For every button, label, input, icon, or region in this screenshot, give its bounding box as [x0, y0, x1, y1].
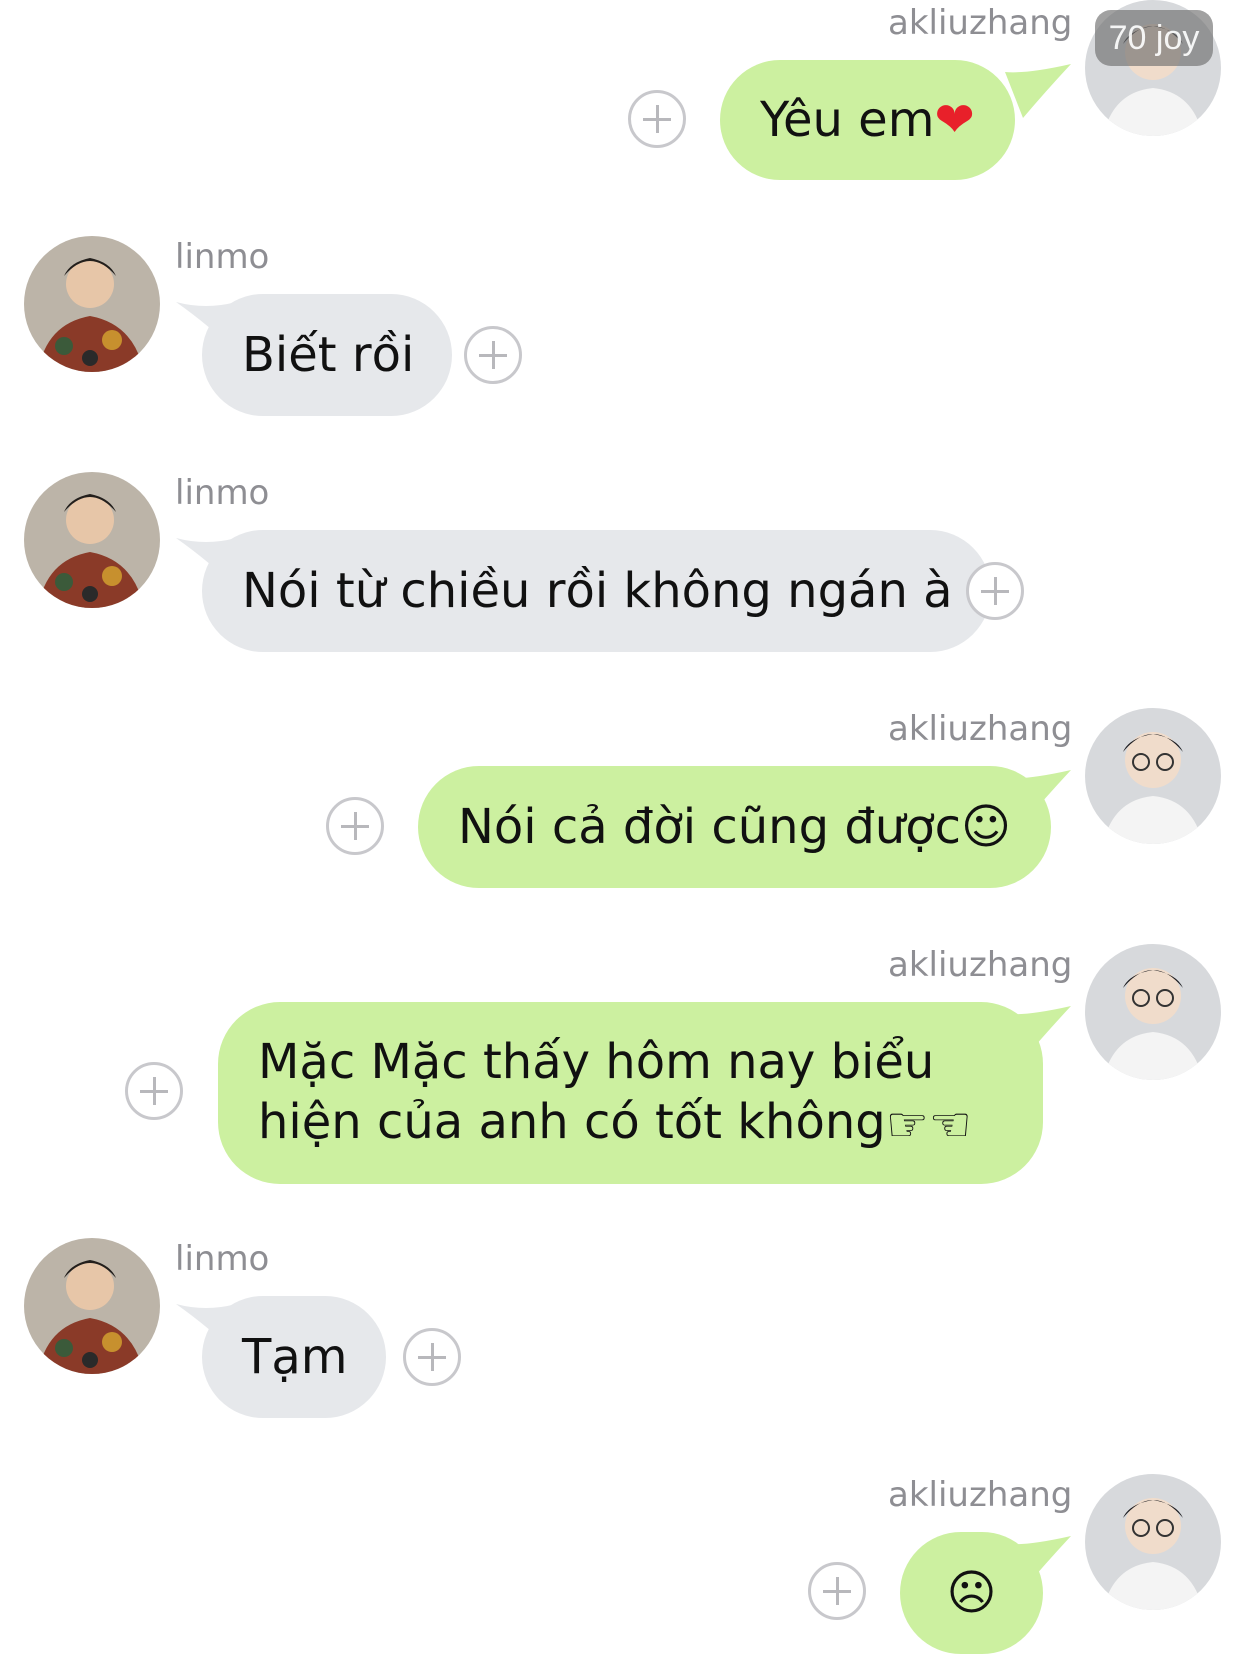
avatar-akliuzhang[interactable] — [1085, 944, 1221, 1080]
message-text: Yêu em — [760, 92, 935, 148]
avatar-linmo[interactable] — [24, 1238, 160, 1374]
message-bubble[interactable]: Mặc Mặc thấy hôm nay biểu hiện của anh c… — [218, 1002, 1043, 1184]
sender-name: linmo — [175, 473, 270, 513]
sender-name: linmo — [175, 237, 270, 277]
message-text: Biết rồi — [242, 327, 415, 383]
smiling-face-with-hearts-icon: ☺ — [960, 799, 1012, 855]
add-reaction-button[interactable] — [403, 1328, 461, 1386]
message-text: Tạm — [242, 1329, 348, 1385]
add-reaction-button[interactable] — [464, 326, 522, 384]
avatar-akliuzhang[interactable] — [1085, 1474, 1221, 1610]
sender-name: akliuzhang — [888, 1475, 1073, 1515]
message-text: Mặc Mặc thấy hôm nay biểu hiện của anh c… — [258, 1033, 935, 1150]
heart-icon: ❤ — [934, 92, 975, 148]
add-reaction-button[interactable] — [628, 90, 686, 148]
add-reaction-button[interactable] — [966, 562, 1024, 620]
message-bubble[interactable]: Nói cả đời cũng được ☺ — [418, 766, 1052, 888]
pointing-fingers-icon: ☞☜ — [885, 1096, 972, 1153]
message-bubble[interactable]: Yêu em ❤ — [720, 60, 1015, 180]
add-reaction-button[interactable] — [125, 1062, 183, 1120]
sender-name: akliuzhang — [888, 3, 1073, 43]
avatar-akliuzhang[interactable] — [1085, 708, 1221, 844]
message-text: Nói từ chiều rồi không ngán à — [242, 563, 953, 619]
message-text: Nói cả đời cũng được — [458, 799, 961, 855]
pensive-face-icon: ☹ — [946, 1565, 997, 1621]
add-reaction-button[interactable] — [808, 1562, 866, 1620]
message-bubble[interactable]: Tạm — [202, 1296, 386, 1418]
avatar-linmo[interactable] — [24, 236, 160, 372]
sender-name: akliuzhang — [888, 709, 1073, 749]
watermark: 70 joy — [1095, 10, 1213, 66]
message-bubble[interactable]: Nói từ chiều rồi không ngán à — [202, 530, 991, 652]
avatar-linmo[interactable] — [24, 472, 160, 608]
message-bubble[interactable]: ☹ — [900, 1532, 1043, 1654]
add-reaction-button[interactable] — [326, 797, 384, 855]
sender-name: linmo — [175, 1239, 270, 1279]
message-bubble[interactable]: Biết rồi — [202, 294, 453, 416]
sender-name: akliuzhang — [888, 945, 1073, 985]
